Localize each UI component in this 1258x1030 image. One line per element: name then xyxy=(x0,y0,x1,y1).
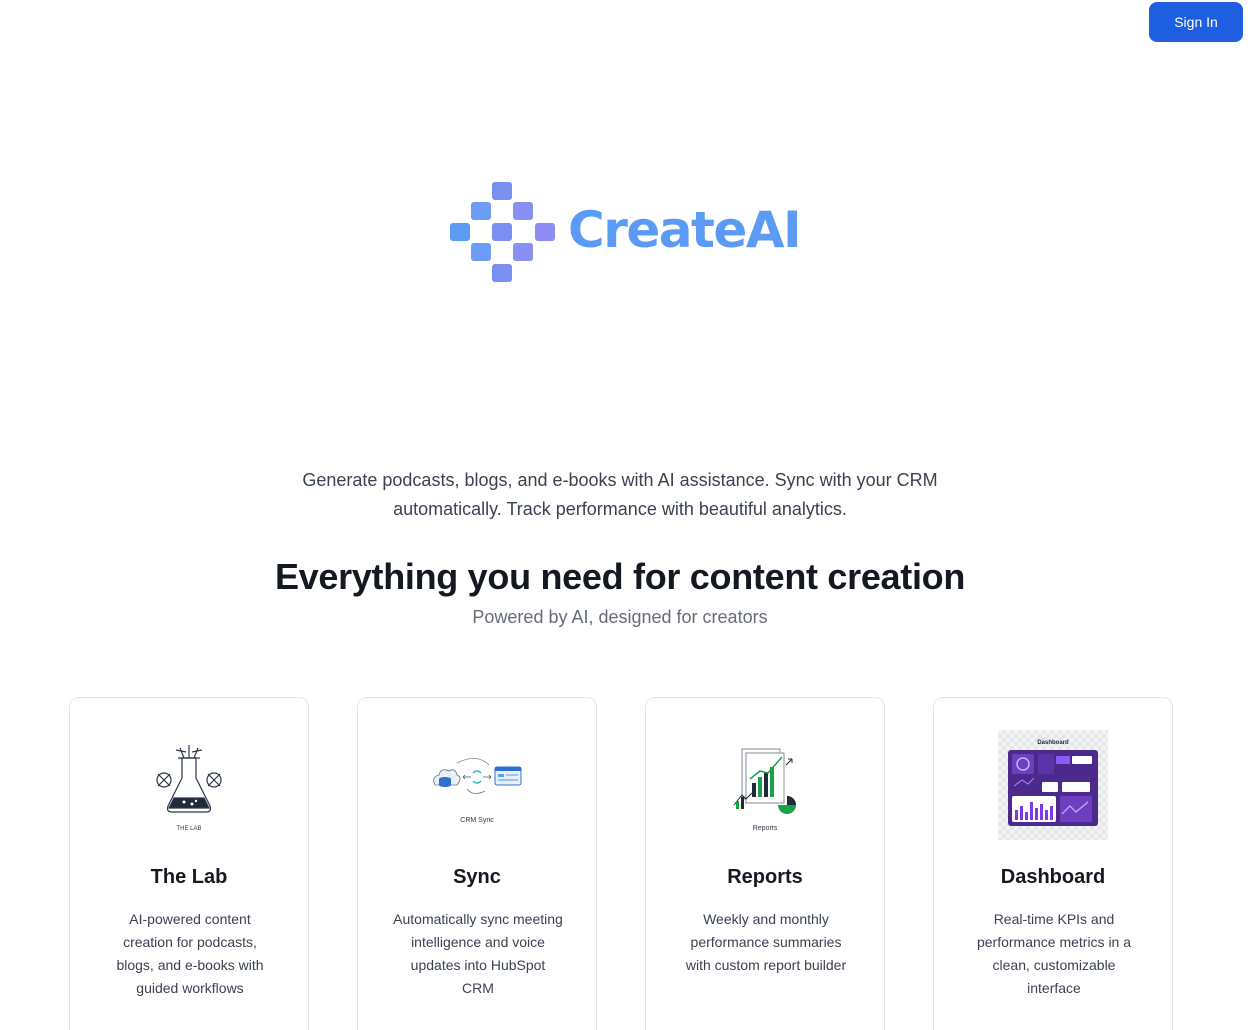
feature-card-reports[interactable]: Reports Reports Weekly and monthly perfo… xyxy=(645,697,885,1030)
brand-logo: CreateAI xyxy=(450,182,802,282)
feature-card-description: Automatically sync meeting intelligence … xyxy=(393,911,563,996)
hero-description: Generate podcasts, blogs, and e-books wi… xyxy=(302,470,938,519)
feature-card-title: The Lab xyxy=(150,866,228,888)
crm-sync-icon: CRM Sync xyxy=(422,730,532,840)
sign-in-button[interactable]: Sign In xyxy=(1149,2,1243,42)
feature-card-title: Sync xyxy=(453,866,501,888)
sync-icon-caption: CRM Sync xyxy=(460,817,494,824)
lab-flask-icon: THE LAB xyxy=(134,730,244,840)
feature-card-lab[interactable]: THE LAB The Lab AI-powered content creat… xyxy=(69,697,309,1030)
reports-chart-icon: Reports xyxy=(710,730,820,840)
features-title: Everything you need for content creation xyxy=(274,556,966,597)
feature-card-title: Dashboard xyxy=(1000,866,1106,888)
feature-card-title: Reports xyxy=(727,866,803,888)
dashboard-icon-caption: Dashboard xyxy=(1037,740,1069,746)
feature-card-description: Real-time KPIs and performance metrics i… xyxy=(976,911,1132,996)
dashboard-icon: Dashboard xyxy=(998,730,1108,840)
brand-name: CreateAI xyxy=(568,201,802,259)
feature-card-sync[interactable]: CRM Sync Sync Automatically sync meeting… xyxy=(357,697,597,1030)
features-subtitle: Powered by AI, designed for creators xyxy=(472,607,768,627)
feature-card-description: AI-powered content creation for podcasts… xyxy=(116,911,264,996)
reports-icon-caption: Reports xyxy=(752,825,778,832)
lab-icon-caption: THE LAB xyxy=(176,826,202,832)
pixel-cross-logo-icon xyxy=(450,182,555,282)
feature-card-description: Weekly and monthly performance summaries… xyxy=(685,911,847,973)
feature-card-dashboard[interactable]: Dashboard Dashboard Real-time KPIs and p… xyxy=(933,697,1173,1030)
